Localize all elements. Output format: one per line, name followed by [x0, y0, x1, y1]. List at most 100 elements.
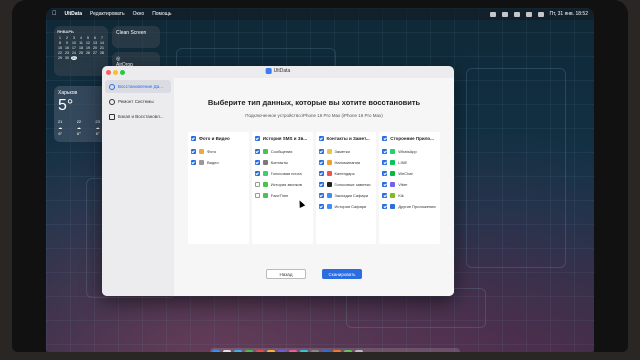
settings-icon[interactable]	[311, 350, 319, 352]
app-icon[interactable]	[300, 350, 308, 352]
data-type-item[interactable]: Видео	[191, 157, 246, 168]
data-type-item[interactable]: Закладки Сафари	[318, 190, 374, 201]
data-type-item[interactable]: Фото	[191, 146, 246, 157]
checkbox-icon[interactable]	[254, 149, 260, 154]
messages-icon[interactable]	[245, 350, 253, 352]
data-type-item[interactable]: Голосовые заметки	[318, 179, 374, 190]
column-header[interactable]: История SMS и Зв...	[254, 136, 310, 141]
status-icon[interactable]	[501, 11, 508, 17]
backup-icon	[109, 113, 115, 120]
calendar-widget[interactable]: ЯНВАРЬ 1 2 3 4 5 6 7 8 9 10 11 12 13 14 15 16 17 18 19 20 21…	[54, 26, 108, 76]
calendar-day: 25	[79, 51, 83, 55]
item-label: Заметки	[334, 149, 350, 154]
main-panel: Выберите тип данных, которые вы хотите в…	[174, 78, 454, 296]
checkbox-icon[interactable]	[254, 182, 260, 187]
calendar-day: 4	[80, 36, 82, 40]
data-type-item[interactable]: Напоминания	[318, 157, 374, 168]
app-icon	[326, 171, 332, 176]
checkbox-icon[interactable]	[318, 204, 324, 209]
data-type-item[interactable]: LINE	[382, 157, 437, 168]
checkbox-icon[interactable]	[318, 160, 324, 165]
checkbox-icon[interactable]	[382, 171, 388, 176]
close-icon[interactable]	[106, 69, 111, 75]
column-header[interactable]: Фото и Видео	[191, 136, 246, 141]
menu-item-window[interactable]: Окно	[133, 11, 145, 17]
calendar-day: 24	[72, 51, 76, 55]
checkbox-icon[interactable]	[254, 160, 260, 165]
ultdata-app-icon	[265, 68, 272, 74]
data-type-item[interactable]: Голосовая почта	[254, 168, 310, 179]
column-header[interactable]: Контакты и Замет...	[318, 136, 374, 141]
checkbox-icon[interactable]	[382, 204, 388, 209]
menu-clock[interactable]: Пт, 31 янв. 18:52	[550, 11, 588, 17]
mail-icon[interactable]	[256, 350, 264, 352]
checkbox-icon[interactable]	[318, 136, 324, 141]
checkbox-icon[interactable]	[318, 182, 324, 187]
clean-screen-widget[interactable]: Clean Screen	[112, 26, 160, 48]
checkbox-icon[interactable]	[254, 193, 260, 198]
app-icon[interactable]	[344, 350, 352, 352]
safari-icon[interactable]	[234, 350, 242, 352]
sidebar-item-backup-restore[interactable]: Бэкап и Восстановл...	[105, 110, 171, 123]
checkbox-icon[interactable]	[318, 193, 324, 198]
menu-item-edit[interactable]: Редактировать	[90, 11, 125, 17]
data-type-item[interactable]: Сообщения	[254, 146, 310, 157]
data-type-item[interactable]: Другие Приложения	[382, 201, 437, 212]
zoom-icon[interactable]	[120, 69, 125, 75]
trash-icon[interactable]	[355, 350, 363, 352]
app-icon[interactable]	[278, 350, 286, 352]
scan-button[interactable]: Сканировать	[322, 269, 362, 279]
control-center-icon[interactable]	[537, 11, 544, 17]
calendar-day: 6	[94, 36, 96, 40]
column-title: История SMS и Зв...	[262, 136, 308, 141]
checkbox-icon[interactable]	[191, 160, 196, 165]
data-type-item[interactable]: Календарь	[318, 168, 374, 179]
data-type-item[interactable]: Viber	[382, 179, 437, 190]
app-icon	[262, 171, 268, 176]
column-header[interactable]: Сторонние Прило...	[382, 136, 437, 141]
status-icon[interactable]	[489, 11, 496, 17]
sidebar-item-data-recovery[interactable]: Восстановление Да...	[105, 80, 171, 93]
recovery-icon	[109, 83, 115, 90]
data-type-item[interactable]: История звонков	[254, 179, 310, 190]
item-label: Голосовые заметки	[334, 182, 371, 187]
checkbox-icon[interactable]	[382, 160, 388, 165]
data-type-item[interactable]: Kik	[382, 190, 437, 201]
data-type-item[interactable]: Заметки	[318, 146, 374, 157]
app-icon[interactable]	[333, 350, 341, 352]
launchpad-icon[interactable]	[223, 350, 231, 352]
wifi-icon[interactable]	[513, 11, 520, 17]
app-icon	[326, 182, 332, 187]
app-icon	[326, 193, 332, 198]
checkbox-icon[interactable]	[254, 136, 260, 141]
apple-icon[interactable]: 	[52, 11, 57, 17]
menu-app-name[interactable]: UltData	[65, 11, 83, 17]
back-button[interactable]: Назад	[266, 269, 306, 279]
calendar-day: 12	[86, 41, 90, 45]
checkbox-icon[interactable]	[191, 136, 196, 141]
checkbox-icon[interactable]	[382, 149, 388, 154]
data-type-columns: Фото и Видео Фото Видео История SMS и Зв...…	[188, 132, 440, 244]
sidebar-item-system-repair[interactable]: Ремонт Системы	[105, 95, 171, 108]
checkbox-icon[interactable]	[382, 136, 388, 141]
checkbox-icon[interactable]	[254, 171, 260, 176]
checkbox-icon[interactable]	[382, 193, 388, 198]
checkbox-icon[interactable]	[318, 149, 324, 154]
finder-icon[interactable]	[212, 350, 220, 352]
notes-icon[interactable]	[267, 350, 275, 352]
data-type-item[interactable]: Контакты	[254, 157, 310, 168]
checkbox-icon[interactable]	[382, 182, 388, 187]
data-type-item[interactable]: WhatsApp	[382, 146, 437, 157]
ultdata-dock-icon[interactable]	[322, 350, 330, 352]
battery-icon[interactable]	[525, 11, 532, 17]
minimize-icon[interactable]	[113, 69, 118, 75]
data-type-item[interactable]: История Сафари	[318, 201, 374, 212]
music-icon[interactable]	[289, 350, 297, 352]
data-type-item[interactable]: WeChat	[382, 168, 437, 179]
calendar-day: 22	[58, 51, 62, 55]
checkbox-icon[interactable]	[191, 149, 196, 154]
checkbox-icon[interactable]	[318, 171, 324, 176]
menu-item-help[interactable]: Помощь	[152, 11, 171, 17]
forecast-temp: 6°	[77, 131, 81, 136]
calendar-day: 7	[101, 36, 103, 40]
